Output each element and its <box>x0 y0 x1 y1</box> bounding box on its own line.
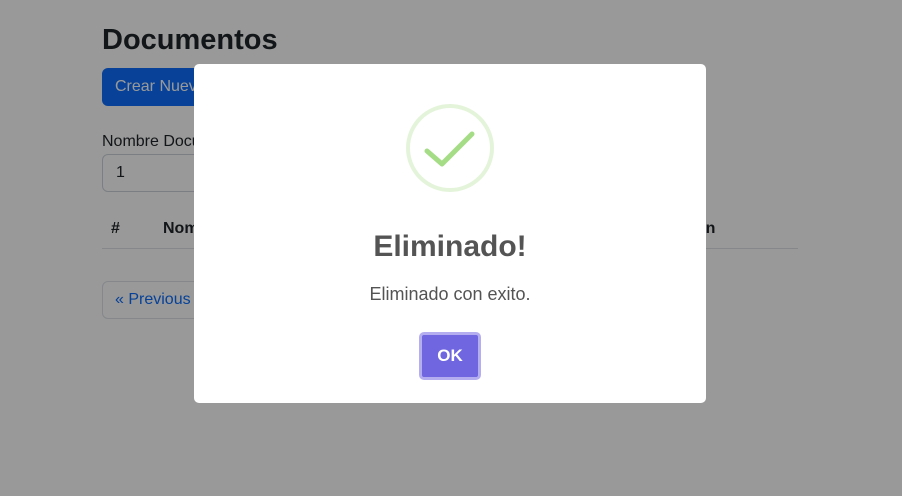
dialog-title: Eliminado! <box>373 230 527 263</box>
success-check-icon <box>406 104 494 192</box>
success-dialog: Eliminado! Eliminado con exito. OK <box>194 64 706 403</box>
ok-button[interactable]: OK <box>419 332 481 380</box>
dialog-message: Eliminado con exito. <box>369 284 531 304</box>
